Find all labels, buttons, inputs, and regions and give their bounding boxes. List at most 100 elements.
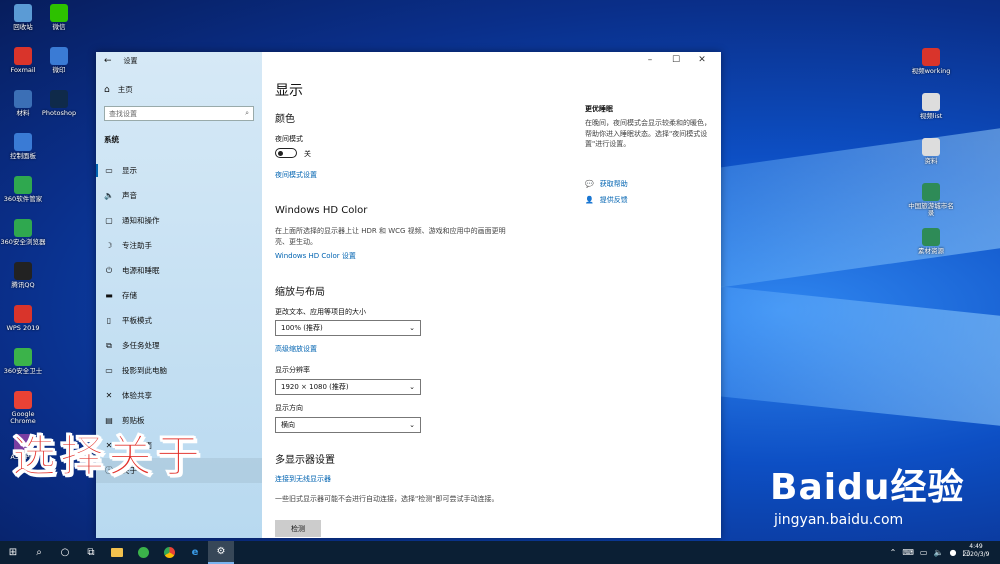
resolution-value: 1920 × 1080 (推荐)	[281, 383, 349, 391]
close-icon[interactable]: ✕	[689, 55, 715, 65]
desktop-icon-label: 腾讯QQ	[11, 281, 35, 289]
side-description: 在晚间，夜间模式会显示较柔和的暖色，帮助你进入睡眠状态。选择"夜间模式设置"进行…	[585, 119, 711, 148]
baidu-url: jingyan.baidu.com	[774, 512, 904, 528]
page-title: 显示	[275, 83, 303, 99]
multitask-icon: ⧉	[106, 340, 112, 350]
orientation-dropdown[interactable]: 横向 ⌄	[275, 417, 421, 433]
360-guard-icon	[14, 348, 32, 366]
caption-overlay: 选择关于	[12, 431, 204, 483]
scale-dropdown[interactable]: 100% (推荐) ⌄	[275, 320, 421, 336]
detect-button[interactable]: 检测	[275, 520, 321, 537]
sidebar-item[interactable]: ▭ 显示	[96, 158, 262, 183]
desktop-icon-label: 360安全卫士	[3, 367, 43, 375]
sidebar-item-label: 体验共享	[122, 391, 152, 400]
chrome-icon	[14, 391, 32, 409]
home-link[interactable]: ⌂ 主页	[104, 84, 133, 95]
get-help-link[interactable]: 💬 获取帮助	[585, 179, 628, 189]
monitor-icon: ▭	[105, 166, 113, 175]
sidebar-item-label: 通知和操作	[122, 216, 160, 225]
sidebar-item[interactable]: ⏻ 电源和睡眠	[96, 258, 262, 283]
desktop-icon[interactable]: 腾讯QQ	[0, 262, 46, 289]
sidebar-item[interactable]: ▬ 存储	[96, 283, 262, 308]
resolution-dropdown[interactable]: 1920 × 1080 (推荐) ⌄	[275, 379, 421, 395]
desktop-icon[interactable]: 素材资源	[908, 228, 954, 255]
sidebar-item[interactable]: ⧉ 多任务处理	[96, 333, 262, 358]
clock-date: 2020/3/9	[962, 551, 990, 559]
tablet-icon: ▯	[106, 316, 112, 325]
document-icon	[922, 138, 940, 156]
desktop-icon[interactable]: 中国旅游城市名录	[908, 183, 954, 217]
minimize-icon[interactable]: –	[637, 55, 663, 65]
sidebar-item-label: 声音	[122, 191, 137, 200]
sidebar-item[interactable]: 🔈 声音	[96, 183, 262, 208]
search-icon[interactable]: ⌕	[26, 541, 52, 564]
desktop-icon[interactable]: 360软件管家	[0, 176, 46, 203]
color-heading: 颜色	[275, 114, 295, 125]
desktop-icon[interactable]: 资料	[908, 138, 954, 165]
hdr-heading: Windows HD Color	[275, 205, 368, 216]
title-bar: ← 设置	[96, 52, 262, 70]
explorer-icon[interactable]	[104, 541, 130, 564]
night-mode-settings-link[interactable]: 夜间模式设置	[275, 170, 317, 180]
sidebar-item[interactable]: ☽ 专注助手	[96, 233, 262, 258]
sidebar-item[interactable]: ✕ 体验共享	[96, 383, 262, 408]
network-icon[interactable]: ▭	[920, 548, 928, 557]
sidebar-item-label: 多任务处理	[122, 341, 160, 350]
hdr-settings-link[interactable]: Windows HD Color 设置	[275, 251, 356, 261]
clock[interactable]: 4:49 2020/3/9	[956, 543, 996, 560]
desktop-icon[interactable]: 视频working	[908, 48, 954, 75]
sidebar-item-label: 存储	[122, 291, 137, 300]
speaker-icon: 🔈	[104, 191, 114, 200]
search-icon: ⌕	[245, 109, 249, 117]
cortana-icon[interactable]: ○	[52, 541, 78, 564]
sidebar-item-label: 专注助手	[122, 241, 152, 250]
sidebar-item[interactable]: ▯ 平板模式	[96, 308, 262, 333]
multi-display-description: 一些旧式显示器可能不会进行自动连接，选择"检测"即可尝试手动连接。	[275, 495, 499, 503]
desktop-icon[interactable]: 360安全卫士	[0, 348, 46, 375]
desktop-icon-label: 视频working	[911, 67, 951, 75]
desktop-icon[interactable]: 微印	[36, 47, 82, 74]
sidebar-item-label: 显示	[122, 166, 137, 175]
desktop-icon-label: 控制面板	[10, 152, 36, 160]
wechat-icon	[50, 4, 68, 22]
feedback-link[interactable]: 👤 提供反馈	[585, 195, 628, 205]
night-mode-toggle[interactable]	[275, 148, 297, 158]
desktop-icon[interactable]: 视频list	[908, 93, 954, 120]
task-view-icon[interactable]: ⧉	[78, 541, 104, 564]
foxmail-icon	[14, 47, 32, 65]
settings-search-input[interactable]: 查找设置 ⌕	[104, 106, 254, 121]
section-label: 系统	[104, 135, 119, 144]
share-icon: ✕	[105, 391, 113, 400]
scale-heading: 缩放与布局	[275, 287, 325, 298]
volume-icon[interactable]: 🔈	[933, 548, 943, 557]
recycle-bin-icon	[14, 4, 32, 22]
edge-icon[interactable]: e	[182, 541, 208, 564]
display-content: – ☐ ✕ 显示 颜色 夜间模式 关 夜间模式设置 Windows HD Col…	[262, 52, 721, 538]
window-controls: – ☐ ✕	[637, 55, 715, 65]
desktop-icon[interactable]: 控制面板	[0, 133, 46, 160]
photoshop-icon	[50, 90, 68, 108]
app-icon	[50, 47, 68, 65]
chrome-icon[interactable]	[156, 541, 182, 564]
desktop-icon[interactable]: WPS 2019	[0, 305, 46, 332]
night-mode-label: 夜间模式	[275, 135, 303, 143]
sidebar-item[interactable]: ▢ 通知和操作	[96, 208, 262, 233]
back-arrow-icon[interactable]: ←	[104, 56, 112, 66]
chevron-down-icon: ⌄	[409, 383, 415, 391]
ime-icon[interactable]: ⌨	[902, 548, 914, 557]
advanced-scaling-link[interactable]: 高级缩放设置	[275, 344, 317, 354]
maximize-icon[interactable]: ☐	[663, 55, 689, 65]
baidu-watermark: Baidu经验 jingyan.baidu.com	[770, 458, 964, 528]
settings-icon[interactable]: ⚙	[208, 541, 234, 564]
chevron-up-icon[interactable]: ⌃	[890, 548, 897, 557]
desktop-icon[interactable]: Photoshop	[36, 90, 82, 117]
desktop-icon-label: 视频list	[919, 112, 943, 120]
document-icon	[922, 93, 940, 111]
start-icon[interactable]: ⊞	[0, 541, 26, 564]
wireless-display-link[interactable]: 连接到无线显示器	[275, 474, 331, 484]
sidebar-item[interactable]: ▭ 投影到此电脑	[96, 358, 262, 383]
desktop-icon[interactable]: 微信	[36, 4, 82, 31]
desktop-icon[interactable]: 360安全浏览器	[0, 219, 46, 246]
desktop-icon-label: 微印	[52, 66, 66, 74]
360-browser-icon[interactable]	[130, 541, 156, 564]
